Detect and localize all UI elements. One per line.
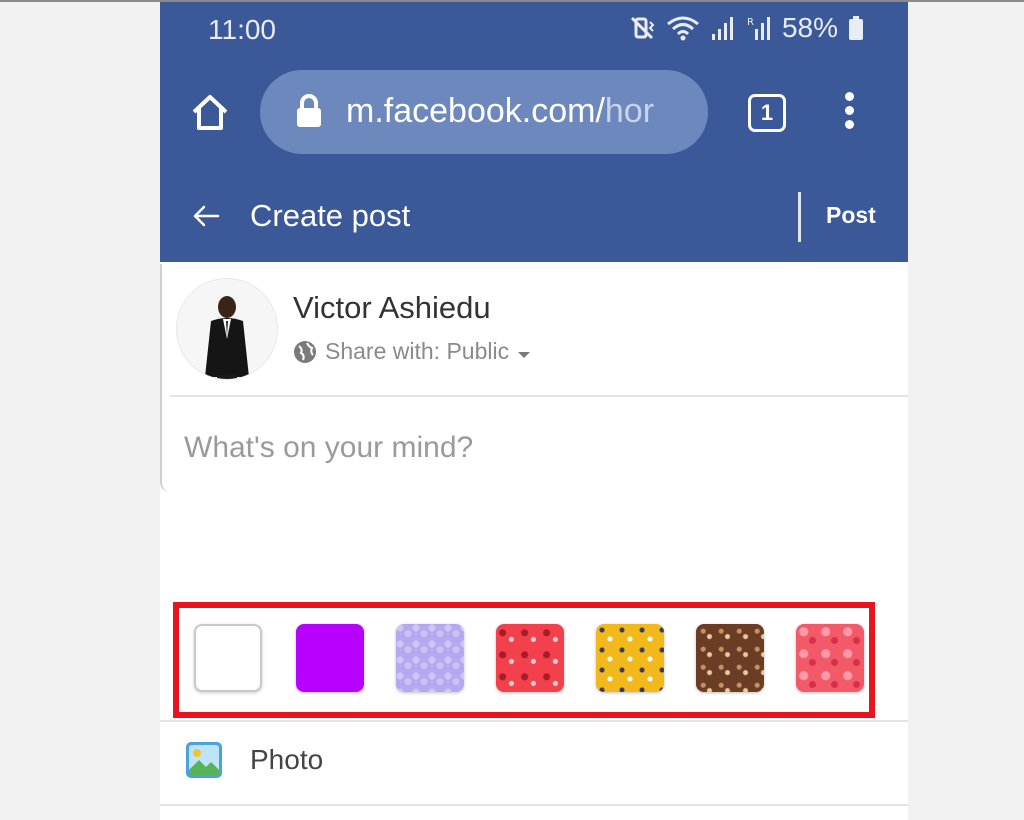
background-swatch-red[interactable] xyxy=(496,624,564,692)
lock-icon xyxy=(297,94,321,127)
background-swatch-yellow[interactable] xyxy=(596,624,664,692)
caret-down-icon xyxy=(518,351,531,358)
wifi-icon xyxy=(667,16,699,41)
header-divider xyxy=(798,192,801,242)
roaming-signal-icon: R xyxy=(747,17,770,40)
avatar-person-image xyxy=(177,279,277,379)
user-name: Victor Ashiedu xyxy=(293,290,491,325)
mute-vibrate-icon xyxy=(630,16,655,40)
create-post-header: Create post Post xyxy=(160,170,908,262)
status-bar: 11:00 R 58% xyxy=(160,2,908,58)
globe-icon xyxy=(294,340,316,363)
audience-selector[interactable]: Share with: Public xyxy=(293,338,531,365)
background-swatch-pink[interactable] xyxy=(796,624,864,692)
status-time: 11:00 xyxy=(208,14,276,45)
add-photo-option[interactable]: Photo xyxy=(184,740,323,780)
battery-percent: 58% xyxy=(781,12,838,43)
address-bar[interactable]: m.facebook.com/hor xyxy=(260,70,708,154)
battery-icon xyxy=(849,16,863,40)
url-main: m.facebook.com/ xyxy=(346,92,605,130)
divider xyxy=(160,804,908,806)
browser-toolbar: m.facebook.com/hor 1 xyxy=(160,58,908,170)
url-text: m.facebook.com/hor xyxy=(346,92,686,131)
divider xyxy=(170,395,908,397)
svg-text:R: R xyxy=(747,17,754,28)
url-faded: hor xyxy=(604,92,655,130)
photo-icon xyxy=(186,742,222,778)
share-label: Share with: Public xyxy=(325,338,510,364)
background-swatch-lavender[interactable] xyxy=(396,624,464,692)
photo-label: Photo xyxy=(250,744,324,775)
menu-icon[interactable] xyxy=(842,92,856,134)
avatar xyxy=(176,278,278,380)
page-title: Create post xyxy=(250,198,411,233)
background-swatch-white[interactable] xyxy=(194,624,262,692)
background-swatch-brown[interactable] xyxy=(696,624,764,692)
background-swatch-purple[interactable] xyxy=(296,624,364,692)
post-button[interactable]: Post xyxy=(826,202,876,229)
post-text-input[interactable] xyxy=(184,426,864,470)
phone-screen: 11:00 R 58% m.facebook.com/hor 1 Create … xyxy=(160,2,908,820)
signal-icon xyxy=(711,17,733,40)
status-icons: R 58% xyxy=(630,12,864,44)
composer-left-edge xyxy=(160,264,170,492)
divider xyxy=(160,720,908,722)
tab-count: 1 xyxy=(760,100,774,125)
home-icon[interactable] xyxy=(188,90,232,134)
back-arrow-icon[interactable] xyxy=(190,200,222,232)
tabs-icon[interactable]: 1 xyxy=(748,94,786,132)
